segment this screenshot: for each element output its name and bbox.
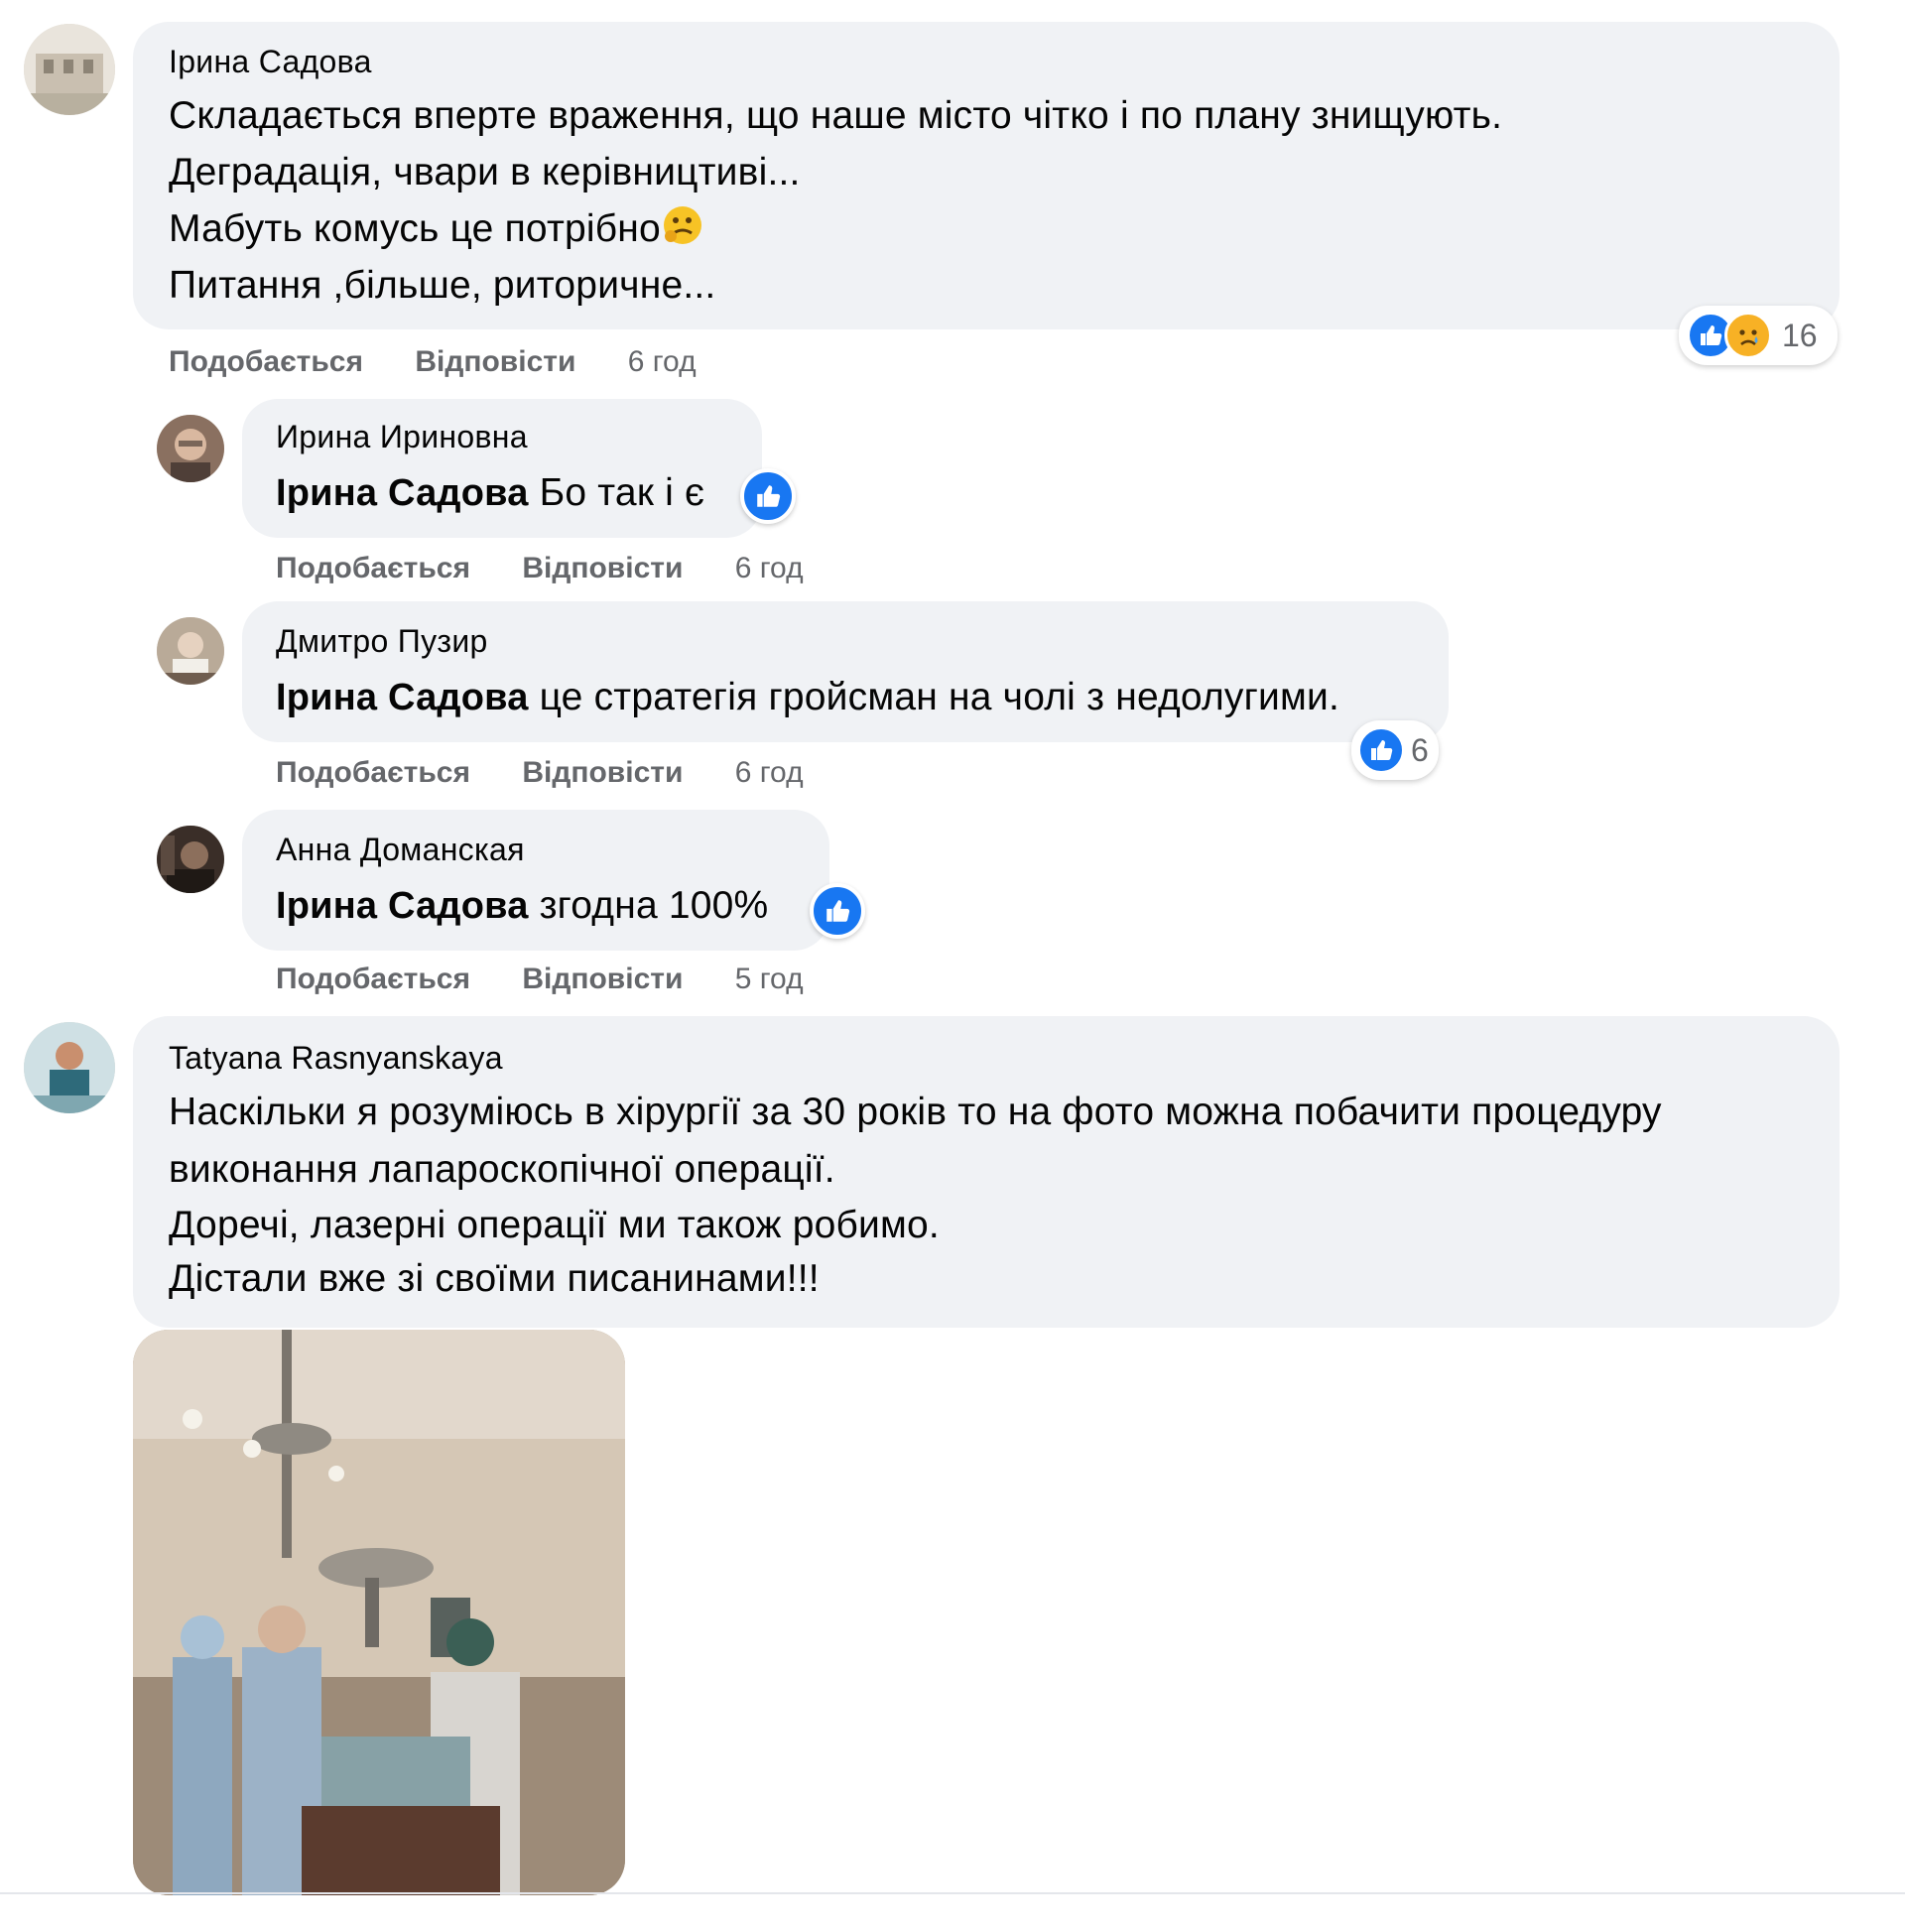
reply-body: це стратегія гройсман на чолі з недолуги… bbox=[528, 676, 1340, 718]
mention-link[interactable]: Ірина Садова bbox=[276, 885, 529, 927]
divider bbox=[0, 1892, 1905, 1894]
reply-link[interactable]: Відповісти bbox=[522, 963, 683, 996]
reply-link[interactable]: Відповісти bbox=[415, 345, 575, 379]
comment-line: Деградація, чвари в керівництиві... bbox=[169, 151, 801, 193]
reply-body: Бо так і є bbox=[528, 471, 705, 514]
avatar-image bbox=[157, 826, 224, 893]
avatar[interactable] bbox=[157, 415, 224, 482]
avatar-image bbox=[157, 617, 224, 685]
avatar-image bbox=[24, 1022, 115, 1113]
reply-actions: Подобається Відповісти 6 год bbox=[276, 552, 804, 585]
reply-actions: Подобається Відповісти 6 год bbox=[276, 756, 804, 790]
like-icon[interactable] bbox=[740, 468, 796, 524]
avatar-image bbox=[157, 415, 224, 482]
comment-line: Наскільки я розуміюсь в хірургії за 30 р… bbox=[169, 1091, 1662, 1133]
mention-link[interactable]: Ірина Садова bbox=[276, 472, 529, 514]
reply-author[interactable]: Дмитро Пузир bbox=[276, 623, 488, 660]
comment-line: Складається вперте враження, що наше міс… bbox=[169, 94, 1503, 137]
avatar[interactable] bbox=[24, 1022, 115, 1113]
like-icon bbox=[1357, 726, 1405, 774]
comment-author[interactable]: Tatyana Rasnyanskaya bbox=[169, 1040, 503, 1077]
avatar[interactable] bbox=[157, 826, 224, 893]
avatar[interactable] bbox=[157, 617, 224, 685]
reply-author[interactable]: Анна Доманская bbox=[276, 832, 525, 868]
comment-thread: Ірина Садова Складається вперте враження… bbox=[0, 0, 1905, 1932]
reply-body: згодна 100% bbox=[528, 884, 769, 927]
operating-room-photo bbox=[133, 1330, 625, 1895]
like-link[interactable]: Подобається bbox=[169, 345, 363, 379]
reaction-count: 16 bbox=[1782, 317, 1818, 353]
reply-link[interactable]: Відповісти bbox=[522, 756, 683, 790]
comment-line: Мабуть комусь це потрібно bbox=[169, 200, 704, 263]
comment-timestamp[interactable]: 6 год bbox=[628, 345, 697, 379]
comment-actions: Подобається Відповісти 6 год bbox=[169, 345, 697, 379]
reply-text: Ірина Садова це стратегія гройсман на чо… bbox=[276, 669, 1339, 726]
comment-line-text: Мабуть комусь це потрібно bbox=[169, 207, 661, 250]
comment-line: Доречі, лазерні операції ми також робимо… bbox=[169, 1204, 940, 1246]
reply-text: Ірина Садова Бо так і є bbox=[276, 464, 704, 522]
sad-icon bbox=[1724, 312, 1772, 359]
avatar[interactable] bbox=[24, 24, 115, 115]
comment-line: виконання лапароскопічної операції. bbox=[169, 1148, 835, 1191]
reply-timestamp[interactable]: 5 год bbox=[735, 963, 804, 996]
like-icon[interactable] bbox=[810, 883, 865, 939]
reply-timestamp[interactable]: 6 год bbox=[735, 552, 804, 585]
mention-link[interactable]: Ірина Садова bbox=[276, 677, 529, 718]
thinking-face-emoji-icon bbox=[661, 203, 704, 263]
comment-photo-attachment[interactable] bbox=[133, 1330, 625, 1895]
comment-line: Питання ,більше, риторичне... bbox=[169, 264, 716, 307]
comment-line: Дістали вже зі своїми писанинами!!! bbox=[169, 1257, 820, 1300]
reply-link[interactable]: Відповісти bbox=[522, 552, 683, 585]
reactions-summary[interactable]: 6 bbox=[1351, 720, 1439, 780]
avatar-image bbox=[24, 24, 115, 115]
like-link[interactable]: Подобається bbox=[276, 552, 470, 585]
like-link[interactable]: Подобається bbox=[276, 756, 470, 790]
reply-actions: Подобається Відповісти 5 год bbox=[276, 963, 804, 996]
reply-timestamp[interactable]: 6 год bbox=[735, 756, 804, 790]
like-link[interactable]: Подобається bbox=[276, 963, 470, 996]
reply-text: Ірина Садова згодна 100% bbox=[276, 877, 768, 935]
reactions-summary[interactable]: 16 bbox=[1679, 306, 1838, 365]
reply-author[interactable]: Ирина Ириновна bbox=[276, 419, 528, 455]
reaction-count: 6 bbox=[1411, 731, 1429, 768]
comment-author[interactable]: Ірина Садова bbox=[169, 44, 372, 80]
